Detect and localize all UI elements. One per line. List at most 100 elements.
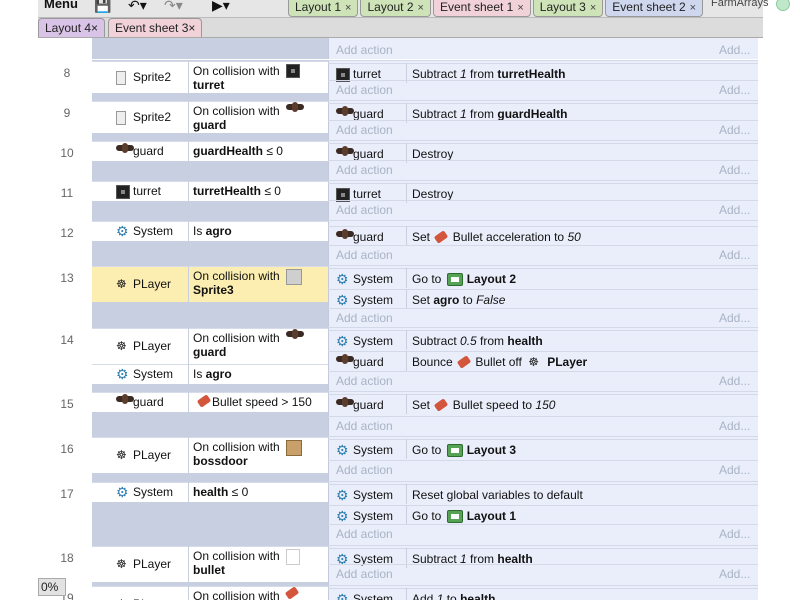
action-row[interactable] [328,63,758,64]
guard-icon [116,394,134,404]
add-action-link[interactable]: Add action [336,123,393,137]
add-dots-link[interactable]: Add... [719,43,750,57]
add-dots-link[interactable]: Add... [719,163,750,177]
redo-icon[interactable]: ↷▾ [164,0,183,14]
add-action-link[interactable]: Add action [336,311,393,325]
condition-separator [188,586,189,600]
layout-icon [446,272,463,286]
action-text: Set agro to False [412,293,505,307]
add-dots-link[interactable]: Add... [719,463,750,477]
condition-separator [188,181,189,201]
action-variable: Layout 3 [466,443,517,457]
condition-target: bossdoor [193,454,248,468]
condition-rest: ≤ 0 [263,144,283,158]
action-text: Destroy [412,187,453,201]
tab-layout-2[interactable]: Layout 2 × [360,0,431,17]
close-icon[interactable]: × [418,2,424,14]
guard-icon [336,397,354,407]
action-row[interactable] [328,103,758,104]
tab-event-sheet-3[interactable]: Event sheet 3× [108,18,203,37]
add-action-link[interactable]: Add action [336,248,393,262]
tab-event-sheet-2[interactable]: Event sheet 2 × [605,0,704,17]
turret-icon [286,64,300,78]
close-icon[interactable]: × [345,2,351,14]
condition-separator [188,266,189,302]
add-action-link[interactable]: Add action [336,419,393,433]
add-action-link[interactable]: Add action [336,203,393,217]
action-object: System [353,488,394,502]
close-icon[interactable]: × [517,2,523,14]
close-icon[interactable]: × [91,21,98,35]
add-action-link[interactable]: Add action [336,567,393,581]
action-value: False [476,293,506,307]
action-text: Subtract 1 from guardHealth [412,107,567,121]
row-divider [328,460,758,461]
add-action-link[interactable]: Add action [336,43,393,57]
action-object: guard [353,398,384,412]
floppy-icon[interactable]: 💾 [94,0,111,14]
guard-icon [336,106,354,116]
tab-layout-3[interactable]: Layout 3 × [532,0,604,17]
condition-text: turretHealth ≤ 0 [193,184,281,198]
action-row[interactable] [328,505,758,506]
add-action-link[interactable]: Add action [336,163,393,177]
action-row[interactable] [328,289,758,290]
action-row[interactable] [328,330,758,331]
undo-icon[interactable]: ↶▾ [128,0,147,14]
close-icon[interactable]: × [590,2,596,14]
tab-layout-1[interactable]: Layout 1 × [288,0,359,17]
action-row[interactable] [328,484,758,485]
action-row[interactable] [328,143,758,144]
add-dots-link[interactable]: Add... [719,203,750,217]
play-icon[interactable]: ▶▾ [212,0,230,14]
action-row[interactable] [328,351,758,352]
action-object: System [353,272,394,286]
tab-layout-4[interactable]: Layout 4× [38,18,106,37]
tab-label: Layout 2 [367,0,414,14]
add-dots-link[interactable]: Add... [719,567,750,581]
tab-label: Event sheet 1 [439,0,514,14]
action-row[interactable] [328,183,758,184]
action-row[interactable] [328,588,758,589]
action-text: Add 1 to health [412,592,495,600]
action-row[interactable] [328,439,758,440]
action-row[interactable] [328,226,758,227]
condition-separator [188,546,189,582]
gear-icon: ⚙ [116,366,129,382]
add-action-link[interactable]: Add action [336,527,393,541]
condition-object: PLayer [133,557,172,571]
menu-button[interactable]: Menu [44,0,78,11]
add-dots-link[interactable]: Add... [719,374,750,388]
close-icon[interactable]: × [188,21,195,35]
guard-icon [286,102,304,112]
action-value: 50 [567,230,581,244]
tab-event-sheet-1[interactable]: Event sheet 1 × [432,0,531,17]
action-row[interactable] [328,268,758,269]
event-number: 13 [60,271,74,285]
condition-object: Sprite2 [133,70,172,84]
add-action-link[interactable]: Add action [336,463,393,477]
action-variable: guardHealth [497,107,568,121]
action-row[interactable] [328,548,758,549]
add-dots-link[interactable]: Add... [719,419,750,433]
add-dots-link[interactable]: Add... [719,311,750,325]
sprite-icon [116,111,126,125]
add-dots-link[interactable]: Add... [719,83,750,97]
add-dots-link[interactable]: Add... [719,123,750,137]
row-divider [328,585,758,586]
add-action-link[interactable]: Add action [336,83,393,97]
add-dots-link[interactable]: Add... [719,248,750,262]
add-dots-link[interactable]: Add... [719,527,750,541]
condition-object: System [133,367,174,381]
condition-separator [188,364,189,384]
action-row[interactable] [328,394,758,395]
close-icon[interactable]: × [690,2,696,14]
action-text: Set Bullet acceleration to 50 [412,230,581,244]
player-icon: ☸ [116,339,127,353]
row-divider [328,60,758,61]
action-variable: Layout 1 [466,509,517,523]
condition-text: health ≤ 0 [193,485,248,499]
add-action-link[interactable]: Add action [336,374,393,388]
guard-icon [336,354,354,364]
condition-target: bullet [193,563,225,577]
